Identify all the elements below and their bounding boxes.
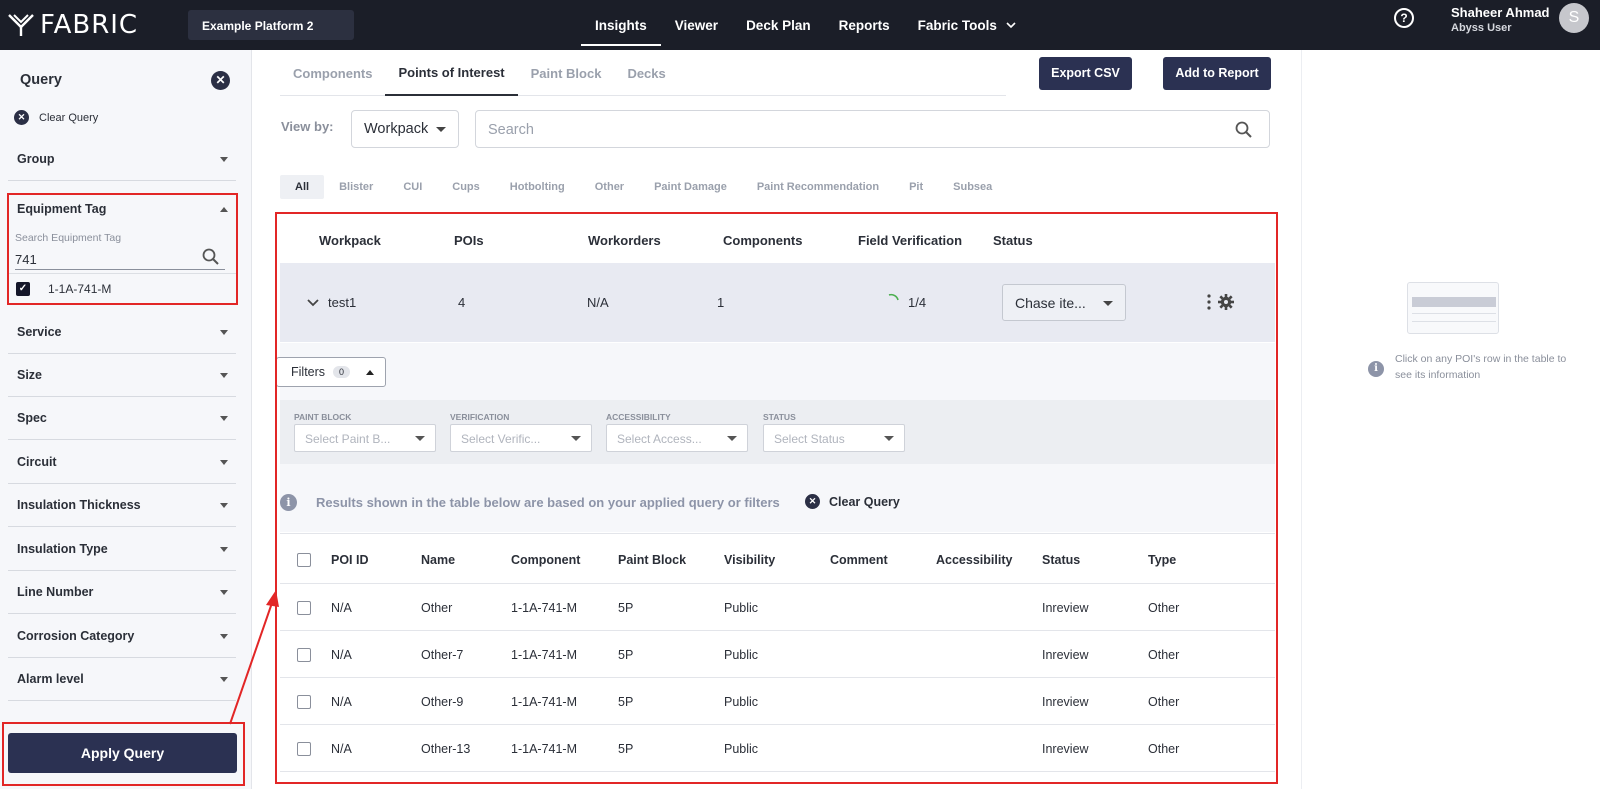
caret-down-icon [436, 127, 446, 132]
accordion-size-label: Size [17, 368, 43, 382]
top-navigation-bar: FABRIC Example Platform 2 Insights Viewe… [0, 0, 1600, 50]
clear-query-label: Clear Query [39, 111, 99, 124]
chevron-down-icon [1006, 22, 1016, 29]
accordion-insulation-type-label: Insulation Type [17, 542, 108, 556]
equipment-tag-option-label: 1-1A-741-M [48, 281, 112, 296]
tab-paint-block[interactable]: Paint Block [518, 50, 615, 96]
tab-points-of-interest[interactable]: Points of Interest [385, 50, 518, 96]
user-info[interactable]: Shaheer Ahmad Abyss User [1451, 5, 1550, 34]
accordion-line-number-label: Line Number [17, 585, 94, 599]
fabric-logo[interactable]: FABRIC [8, 10, 139, 40]
poi-detail-panel: i Click on any POI's row in the table to… [1301, 50, 1600, 789]
user-name: Shaheer Ahmad [1451, 5, 1550, 20]
accordion-alarm-level[interactable]: Alarm level [8, 658, 236, 701]
caret-down-icon [220, 157, 228, 162]
fabric-logo-icon [8, 14, 34, 36]
caret-down-icon [220, 547, 228, 552]
view-by-select[interactable]: Workpack [351, 110, 459, 148]
empty-state-line [1412, 313, 1496, 314]
caret-down-icon [220, 416, 228, 421]
export-csv-button[interactable]: Export CSV [1039, 57, 1132, 90]
help-icon[interactable]: ? [1394, 8, 1414, 28]
search-input[interactable]: Search [475, 110, 1270, 148]
chip-all[interactable]: All [280, 175, 325, 199]
nav-fabric-tools-label: Fabric Tools [917, 17, 997, 33]
accordion-corrosion-category-label: Corrosion Category [17, 629, 135, 643]
accordion-service-label: Service [17, 325, 62, 339]
caret-down-icon [220, 677, 228, 682]
empty-state-illustration [1407, 282, 1499, 334]
chip-subsea[interactable]: Subsea [938, 175, 1007, 199]
nav-insights[interactable]: Insights [581, 0, 661, 50]
main-content: Components Points of Interest Paint Bloc… [252, 50, 1301, 789]
poi-type-chips: All Blister CUI Cups Hotbolting Other Pa… [280, 175, 1007, 199]
nav-deck-plan[interactable]: Deck Plan [732, 0, 825, 50]
chip-paint-damage[interactable]: Paint Damage [639, 175, 742, 199]
platform-selector[interactable]: Example Platform 2 [188, 10, 354, 40]
avatar[interactable]: S [1559, 3, 1589, 33]
equipment-tag-search-label: Search Equipment Tag [15, 232, 122, 244]
equipment-tag-title[interactable]: Equipment Tag [17, 202, 106, 216]
accordion-line-number[interactable]: Line Number [8, 571, 236, 614]
accordion-insulation-thickness-label: Insulation Thickness [17, 498, 141, 512]
caret-down-icon [220, 373, 228, 378]
search-icon[interactable] [202, 248, 220, 266]
search-icon[interactable] [1235, 121, 1253, 139]
empty-state-bar [1412, 297, 1496, 307]
results-highlight [275, 212, 1278, 784]
accordion-corrosion-category[interactable]: Corrosion Category [8, 615, 236, 658]
close-icon[interactable]: ✕ [211, 71, 230, 90]
nav-fabric-tools[interactable]: Fabric Tools [904, 0, 1031, 50]
accordion-service[interactable]: Service [8, 311, 236, 354]
accordion-circuit-label: Circuit [17, 455, 57, 469]
caret-down-icon [220, 503, 228, 508]
chip-cups[interactable]: Cups [437, 175, 495, 199]
checkbox-checked[interactable]: ✓ [16, 281, 30, 296]
accordion-group[interactable]: Group [8, 138, 236, 181]
accordion-insulation-type[interactable]: Insulation Type [8, 528, 236, 571]
nav-reports[interactable]: Reports [825, 0, 904, 50]
caret-down-icon [220, 590, 228, 595]
accordion-spec[interactable]: Spec [8, 397, 236, 440]
accordion-group-label: Group [17, 152, 55, 166]
query-title: Query [20, 72, 62, 88]
equipment-tag-section: Equipment Tag Search Equipment Tag ✓ 1-1… [7, 193, 238, 305]
main-nav: Insights Viewer Deck Plan Reports Fabric… [581, 0, 1031, 50]
user-role: Abyss User [1451, 22, 1512, 34]
chip-pit[interactable]: Pit [894, 175, 938, 199]
view-by-label: View by: [281, 119, 334, 134]
poi-detail-hint: Click on any POI's row in the table to s… [1395, 353, 1567, 381]
tab-decks[interactable]: Decks [614, 50, 678, 96]
accordion-circuit[interactable]: Circuit [8, 441, 236, 484]
accordion-spec-label: Spec [17, 411, 47, 425]
accordion-size[interactable]: Size [8, 354, 236, 397]
chip-cui[interactable]: CUI [388, 175, 437, 199]
chip-blister[interactable]: Blister [324, 175, 388, 199]
clear-icon: ✕ [14, 110, 29, 125]
chip-other[interactable]: Other [580, 175, 639, 199]
accordion-alarm-level-label: Alarm level [17, 672, 84, 686]
info-icon: i [1368, 361, 1384, 377]
clear-query-button[interactable]: ✕ Clear Query [14, 110, 98, 125]
content-tabs: Components Points of Interest Paint Bloc… [280, 50, 1006, 96]
search-placeholder: Search [488, 122, 534, 138]
view-by-value: Workpack [364, 121, 429, 137]
empty-state-line [1412, 321, 1496, 322]
add-to-report-button[interactable]: Add to Report [1163, 57, 1271, 90]
caret-down-icon [220, 460, 228, 465]
chip-paint-recommendation[interactable]: Paint Recommendation [742, 175, 894, 199]
caret-down-icon [220, 634, 228, 639]
apply-query-button[interactable]: Apply Query [8, 733, 237, 773]
accordion-insulation-thickness[interactable]: Insulation Thickness [8, 484, 236, 527]
caret-down-icon [220, 330, 228, 335]
equipment-tag-option[interactable]: ✓ 1-1A-741-M [9, 273, 236, 303]
chip-hotbolting[interactable]: Hotbolting [495, 175, 580, 199]
nav-viewer[interactable]: Viewer [661, 0, 732, 50]
equipment-tag-search-input[interactable] [15, 246, 225, 270]
caret-up-icon[interactable] [220, 207, 228, 212]
logo-text: FABRIC [40, 10, 139, 40]
tab-components[interactable]: Components [280, 50, 385, 96]
